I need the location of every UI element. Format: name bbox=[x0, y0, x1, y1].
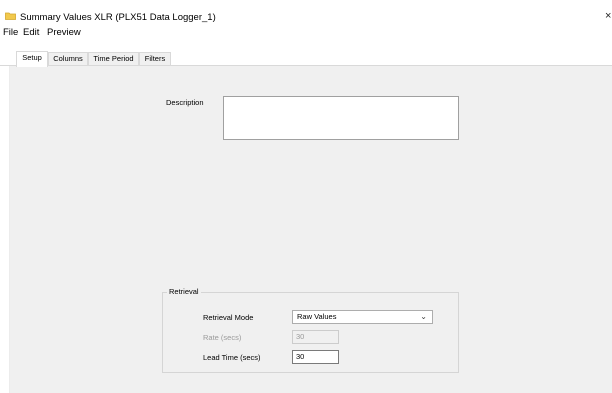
window-title: Summary Values XLR (PLX51 Data Logger_1) bbox=[20, 12, 216, 23]
menu-edit[interactable]: Edit bbox=[23, 27, 39, 38]
close-icon[interactable]: × bbox=[605, 10, 611, 22]
menu-file[interactable]: File bbox=[3, 27, 18, 38]
lead-time-field[interactable]: 30 bbox=[292, 350, 339, 364]
menu-preview[interactable]: Preview bbox=[47, 27, 81, 38]
tab-time-period[interactable]: Time Period bbox=[88, 52, 139, 65]
rate-label: Rate (secs) bbox=[203, 333, 242, 342]
tab-columns[interactable]: Columns bbox=[48, 52, 88, 65]
rate-field: 30 bbox=[292, 330, 339, 344]
chevron-down-icon: ⌄ bbox=[420, 312, 427, 321]
tab-filters[interactable]: Filters bbox=[139, 52, 171, 65]
retrieval-mode-label: Retrieval Mode bbox=[203, 313, 254, 322]
retrieval-group-title: Retrieval bbox=[167, 287, 201, 296]
description-field[interactable] bbox=[223, 96, 459, 140]
folder-icon bbox=[5, 12, 16, 20]
tab-strip: Setup Columns Time Period Filters bbox=[0, 51, 612, 67]
retrieval-mode-value: Raw Values bbox=[297, 312, 337, 321]
retrieval-mode-select[interactable]: Raw Values ⌄ bbox=[292, 310, 433, 324]
lead-time-label: Lead Time (secs) bbox=[203, 353, 261, 362]
description-label: Description bbox=[166, 98, 204, 107]
menu-bar: File Edit Preview bbox=[0, 27, 612, 43]
tab-setup[interactable]: Setup bbox=[16, 51, 48, 67]
title-bar: Summary Values XLR (PLX51 Data Logger_1)… bbox=[0, 0, 612, 23]
